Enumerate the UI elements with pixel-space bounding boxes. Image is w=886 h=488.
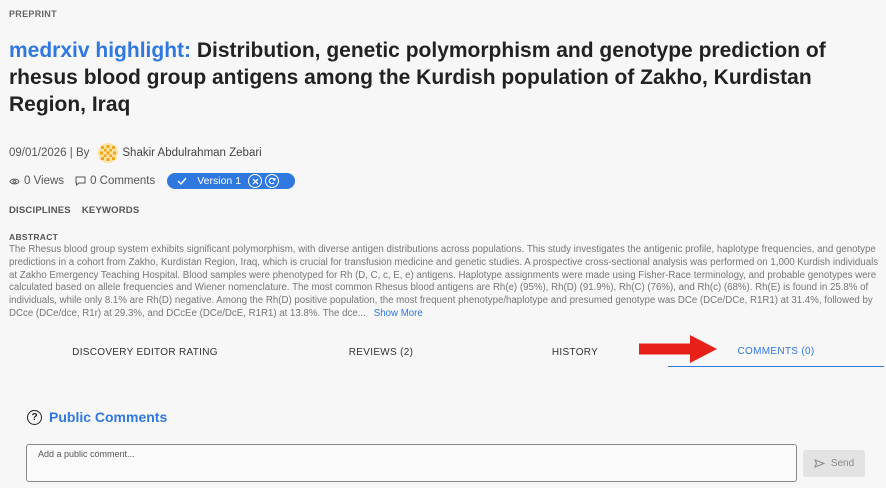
comments-stat: 0 Comments [75, 175, 155, 187]
public-comments-title: Public Comments [49, 409, 168, 425]
by-label: | By [69, 147, 90, 159]
send-icon [813, 459, 825, 468]
comment-icon [75, 176, 86, 186]
title-highlight: medrxiv highlight: [9, 39, 192, 62]
send-label: Send [830, 458, 855, 469]
tab-discovery-editor-rating[interactable]: DISCOVERY EDITOR RATING [40, 337, 250, 367]
abstract-body: The Rhesus blood group system exhibits s… [9, 244, 879, 321]
comments-count: 0 Comments [90, 175, 156, 187]
eye-icon [9, 178, 20, 184]
page-title: medrxiv highlight: Distribution, genetic… [9, 37, 869, 118]
abstract-text: The Rhesus blood group system exhibits s… [9, 244, 879, 319]
publish-date: 09/01/2026 [9, 147, 67, 159]
tab-reviews[interactable]: REVIEWS (2) [276, 337, 486, 367]
meta-row: 09/01/2026 | By Shakir Abdulrahman Zebar… [9, 143, 262, 163]
tags-row: DISCIPLINES KEYWORDS [9, 205, 139, 216]
refresh-circle-icon[interactable] [265, 174, 280, 188]
version-selector[interactable]: Version 1 [167, 173, 296, 189]
disciplines-link[interactable]: DISCIPLINES [9, 205, 71, 216]
version-label: Version 1 [197, 175, 242, 187]
public-comments-header: ? Public Comments [27, 409, 167, 425]
send-button[interactable]: Send [803, 450, 865, 477]
avatar-icon[interactable] [98, 143, 119, 163]
check-icon [177, 177, 187, 185]
author-link[interactable]: Shakir Abdulrahman Zebari [122, 147, 261, 159]
tab-bar: DISCOVERY EDITOR RATING REVIEWS (2) HIST… [0, 337, 886, 369]
preprint-label: PREPRINT [9, 9, 57, 19]
red-arrow-icon [639, 335, 717, 363]
views-stat: 0 Views [9, 175, 64, 187]
abstract-label: ABSTRACT [9, 232, 59, 242]
stats-row: 0 Views 0 Comments Version 1 [9, 173, 296, 189]
views-count: 0 Views [24, 175, 65, 187]
help-icon[interactable]: ? [27, 409, 42, 425]
close-circle-icon[interactable] [248, 174, 263, 188]
keywords-link[interactable]: KEYWORDS [82, 205, 140, 216]
show-more-link[interactable]: Show More [374, 308, 423, 319]
comment-input[interactable] [26, 444, 797, 482]
